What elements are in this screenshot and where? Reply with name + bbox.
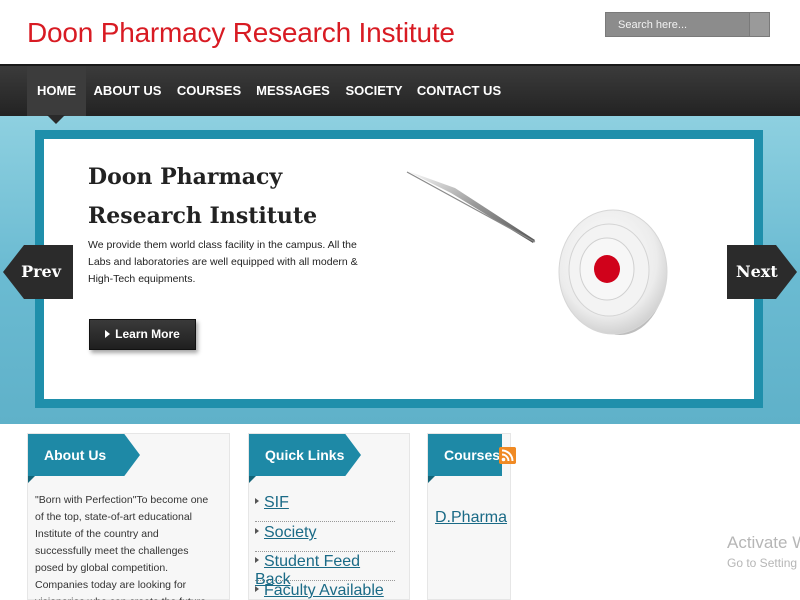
search-input[interactable] <box>606 13 749 36</box>
about-heading-fold <box>28 476 35 483</box>
site-header: Doon Pharmacy Research Institute <box>0 0 800 64</box>
nav-about-us[interactable]: ABOUT US <box>86 66 169 116</box>
slide-title: Doon Pharmacy Research Institute <box>88 164 318 229</box>
quick-link-society[interactable]: Society <box>255 524 395 552</box>
site-title[interactable]: Doon Pharmacy Research Institute <box>27 17 455 49</box>
courses-heading: Courses <box>428 434 502 476</box>
target-bullseye <box>594 255 620 283</box>
course-link-d-pharma[interactable]: D.Pharma <box>435 509 507 527</box>
about-heading: About Us <box>28 434 140 476</box>
learn-more-button[interactable]: Learn More <box>89 319 196 350</box>
slide-text: We provide them world class facility in … <box>88 239 358 285</box>
search-box <box>605 12 770 37</box>
nav-contact-us[interactable]: CONTACT US <box>411 66 507 116</box>
quick-link-sif[interactable]: SIF <box>255 494 395 522</box>
rss-icon[interactable] <box>499 447 516 464</box>
play-icon <box>105 330 111 338</box>
main-nav: HOME ABOUT US COURSES MESSAGES SOCIETY C… <box>0 64 800 116</box>
courses-heading-fold <box>428 476 435 483</box>
arrow-right-icon <box>255 498 259 504</box>
about-text: "Born with Perfection"To become one of t… <box>35 494 209 600</box>
quick-links-heading: Quick Links <box>249 434 361 476</box>
settings-watermark: Go to Setting <box>727 556 798 570</box>
nav-society[interactable]: SOCIETY <box>337 66 411 116</box>
nav-courses[interactable]: COURSES <box>169 66 249 116</box>
learn-more-label: Learn More <box>115 327 180 341</box>
search-button[interactable] <box>749 13 769 36</box>
target-dart-illustration <box>405 170 668 335</box>
active-nav-pointer <box>47 115 65 124</box>
quick-links-heading-fold <box>249 476 256 483</box>
arrow-right-icon <box>255 557 259 563</box>
nav-home[interactable]: HOME <box>27 66 86 116</box>
page: Doon Pharmacy Research Institute HOME AB… <box>0 0 800 600</box>
nav-messages[interactable]: MESSAGES <box>249 66 337 116</box>
activate-watermark: Activate W <box>727 533 800 552</box>
dart-needle <box>406 171 536 243</box>
arrow-right-icon <box>255 528 259 534</box>
quick-link-student-feedback[interactable]: Student Feed Back <box>255 553 395 588</box>
quick-link-faculty-available[interactable]: Faculty Available <box>255 582 395 600</box>
arrow-right-icon <box>255 586 259 592</box>
